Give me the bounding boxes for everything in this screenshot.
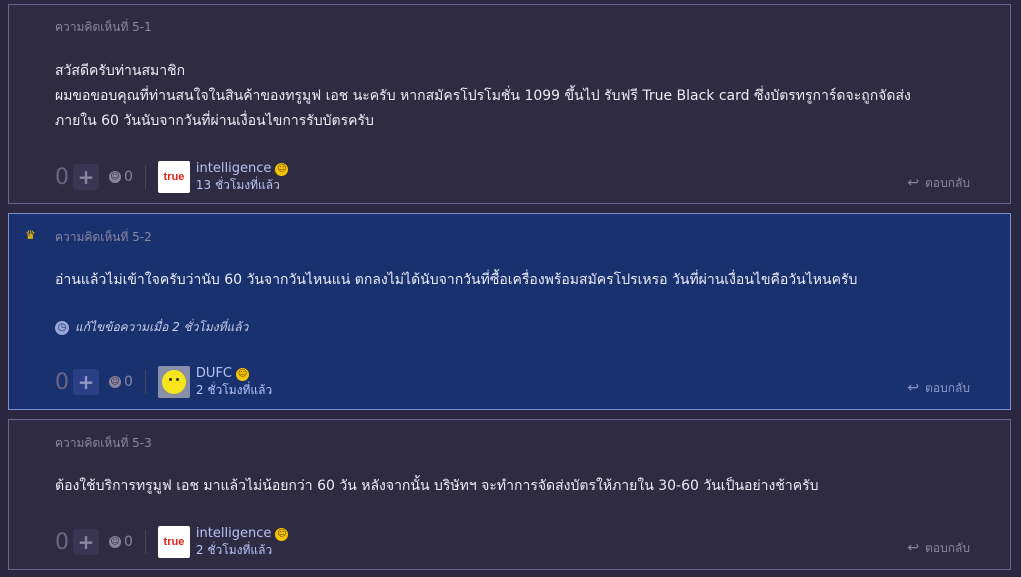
comment-5-3: ความคิดเห็นที่ 5-3 ต้องใช้บริการทรูมูฟ เ… bbox=[8, 419, 1011, 570]
comment-footer: 0 + ☺ 0 DUFC ☺ 2 ชั่วโมงที่แล้ว ↩ ตอบกลั… bbox=[55, 364, 970, 400]
avatar[interactable]: true bbox=[157, 526, 190, 558]
member-badge-icon: ☺ bbox=[275, 527, 289, 541]
emotion-face-icon: ☺ bbox=[109, 171, 121, 183]
divider bbox=[144, 530, 146, 554]
reply-button[interactable]: ↩ ตอบกลับ bbox=[907, 527, 970, 558]
comment-label: ความคิดเห็นที่ 5-2 bbox=[55, 230, 152, 244]
edit-note-text: แก้ไขข้อความเมื่อ 2 ชั่วโมงที่แล้ว bbox=[75, 320, 249, 334]
emotion-button[interactable]: ☺ 0 bbox=[109, 169, 133, 185]
reply-arrow-icon: ↩ bbox=[907, 175, 920, 191]
divider bbox=[144, 165, 146, 189]
reply-button[interactable]: ↩ ตอบกลับ bbox=[907, 367, 970, 398]
owner-pin-icon: ♛ bbox=[25, 228, 36, 242]
avatar[interactable]: true bbox=[157, 161, 190, 193]
smiley-avatar-icon bbox=[161, 370, 186, 394]
emotion-count: 0 bbox=[124, 169, 133, 185]
reply-arrow-icon: ↩ bbox=[907, 380, 920, 396]
comment-body: อ่านแล้วไม่เข้าใจครับว่านับ 60 วันจากวัน… bbox=[55, 268, 970, 293]
timestamp: 2 ชั่วโมงที่แล้ว bbox=[195, 383, 273, 397]
plus-icon[interactable]: + bbox=[73, 529, 99, 555]
avatar[interactable] bbox=[157, 366, 190, 398]
comment-line: อ่านแล้วไม่เข้าใจครับว่านับ 60 วันจากวัน… bbox=[55, 272, 858, 288]
comment-label: ความคิดเห็นที่ 5-1 bbox=[55, 20, 152, 34]
comment-line: ต้องใช้บริการทรูมูฟ เอช มาแล้วไม่น้อยกว่… bbox=[55, 478, 819, 494]
emotion-button[interactable]: ☺ 0 bbox=[109, 534, 133, 550]
emotion-count: 0 bbox=[124, 534, 133, 550]
user-info: intelligence ☺ 2 ชั่วโมงที่แล้ว bbox=[195, 526, 289, 558]
comment-line: ภายใน 60 วันนับจากวันที่ผ่านเงื่อนไขการร… bbox=[55, 113, 374, 129]
reply-label: ตอบกลับ bbox=[925, 380, 970, 395]
comment-body: สวัสดีครับท่านสมาชิก ผมขอขอบคุณที่ท่านสน… bbox=[55, 59, 970, 134]
comment-label: ความคิดเห็นที่ 5-3 bbox=[55, 436, 152, 450]
comment-body: ต้องใช้บริการทรูมูฟ เอช มาแล้วไม่น้อยกว่… bbox=[55, 474, 970, 499]
timestamp: 13 ชั่วโมงที่แล้ว bbox=[195, 178, 280, 192]
comment-line: ผมขอขอบคุณที่ท่านสนใจในสินค้าของทรูมูฟ เ… bbox=[55, 88, 911, 104]
member-badge-icon: ☺ bbox=[275, 162, 289, 176]
user-info: DUFC ☺ 2 ชั่วโมงที่แล้ว bbox=[196, 366, 272, 398]
divider bbox=[144, 370, 146, 394]
vote-count: 0 bbox=[55, 529, 69, 555]
emotion-face-icon: ☺ bbox=[109, 376, 121, 388]
reply-label: ตอบกลับ bbox=[925, 175, 970, 190]
member-badge-icon: ☺ bbox=[236, 367, 250, 381]
plus-icon[interactable]: + bbox=[73, 164, 99, 190]
edit-note: ◷ แก้ไขข้อความเมื่อ 2 ชั่วโมงที่แล้ว bbox=[55, 318, 248, 337]
user-name-link[interactable]: DUFC bbox=[196, 366, 232, 382]
emotion-button[interactable]: ☺ 0 bbox=[109, 374, 133, 390]
reply-button[interactable]: ↩ ตอบกลับ bbox=[907, 162, 970, 193]
reply-arrow-icon: ↩ bbox=[907, 540, 920, 556]
emotion-count: 0 bbox=[124, 374, 133, 390]
vote-count: 0 bbox=[55, 164, 69, 190]
comment-footer: 0 + ☺ 0 true intelligence ☺ 13 ชั่วโมงที… bbox=[55, 159, 970, 195]
plus-icon[interactable]: + bbox=[73, 369, 99, 395]
comment-line: สวัสดีครับท่านสมาชิก bbox=[55, 63, 186, 79]
comment-5-1: ความคิดเห็นที่ 5-1 สวัสดีครับท่านสมาชิก … bbox=[8, 4, 1011, 204]
user-name-link[interactable]: intelligence bbox=[196, 526, 271, 542]
emotion-face-icon: ☺ bbox=[109, 536, 121, 548]
edit-clock-icon: ◷ bbox=[55, 320, 69, 335]
comment-footer: 0 + ☺ 0 true intelligence ☺ 2 ชั่วโมงที่… bbox=[55, 524, 970, 560]
user-info: intelligence ☺ 13 ชั่วโมงที่แล้ว bbox=[195, 161, 289, 193]
user-name-link[interactable]: intelligence bbox=[196, 161, 271, 177]
vote-count: 0 bbox=[55, 369, 69, 395]
timestamp: 2 ชั่วโมงที่แล้ว bbox=[195, 543, 273, 557]
reply-label: ตอบกลับ bbox=[925, 540, 970, 555]
comment-5-2: ♛ ความคิดเห็นที่ 5-2 อ่านแล้วไม่เข้าใจคร… bbox=[8, 213, 1011, 410]
